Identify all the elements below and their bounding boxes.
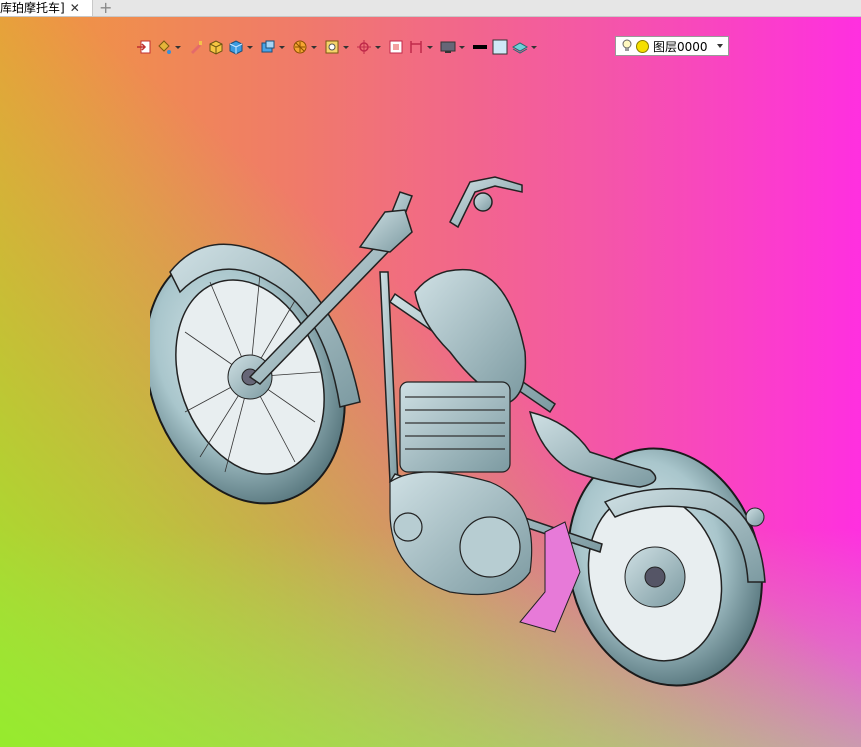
box-render-icon[interactable] xyxy=(207,38,225,56)
document-tab-label: 库珀摩托车] xyxy=(0,1,65,15)
close-icon[interactable]: ✕ xyxy=(70,0,80,16)
motorcycle-model[interactable] xyxy=(150,152,790,692)
section-dropdown-icon[interactable] xyxy=(311,38,317,56)
zoom-window-dropdown-icon[interactable] xyxy=(343,38,349,56)
document-tab-bar: 库珀摩托车] ✕ + xyxy=(0,0,861,17)
line-color-icon[interactable] xyxy=(471,38,489,56)
cube-dropdown-icon[interactable] xyxy=(247,38,253,56)
paint-bucket-icon[interactable] xyxy=(155,38,173,56)
fill-color-icon[interactable] xyxy=(491,38,509,56)
paint-bucket-dropdown-icon[interactable] xyxy=(175,38,181,56)
chevron-down-icon[interactable] xyxy=(717,44,723,48)
fit-view-icon[interactable] xyxy=(387,38,405,56)
exit-icon[interactable] xyxy=(135,38,153,56)
view-cube-dropdown-icon[interactable] xyxy=(279,38,285,56)
brush-icon[interactable] xyxy=(187,38,205,56)
dimension-dropdown-icon[interactable] xyxy=(427,38,433,56)
cube-icon[interactable] xyxy=(227,38,245,56)
layer-stack-icon[interactable] xyxy=(511,38,529,56)
lightbulb-icon[interactable] xyxy=(620,39,634,53)
view-toolbar xyxy=(135,35,543,59)
layer-color-icon xyxy=(636,39,649,53)
monitor-dropdown-icon[interactable] xyxy=(459,38,465,56)
pan-dropdown-icon[interactable] xyxy=(375,38,381,56)
taillight xyxy=(745,507,765,527)
3d-viewport[interactable]: 图层0000 xyxy=(0,17,861,747)
add-tab-icon[interactable]: + xyxy=(99,0,112,17)
view-cube-icon[interactable] xyxy=(259,38,277,56)
dimension-icon[interactable] xyxy=(407,38,425,56)
monitor-icon[interactable] xyxy=(439,38,457,56)
pan-icon[interactable] xyxy=(355,38,373,56)
layer-stack-dropdown-icon[interactable] xyxy=(531,38,537,56)
layer-select[interactable]: 图层0000 xyxy=(615,36,729,56)
engine xyxy=(389,381,533,595)
layer-name: 图层0000 xyxy=(653,39,708,54)
section-icon[interactable] xyxy=(291,38,309,56)
zoom-window-icon[interactable] xyxy=(323,38,341,56)
document-tab[interactable]: 库珀摩托车] ✕ xyxy=(0,0,93,16)
